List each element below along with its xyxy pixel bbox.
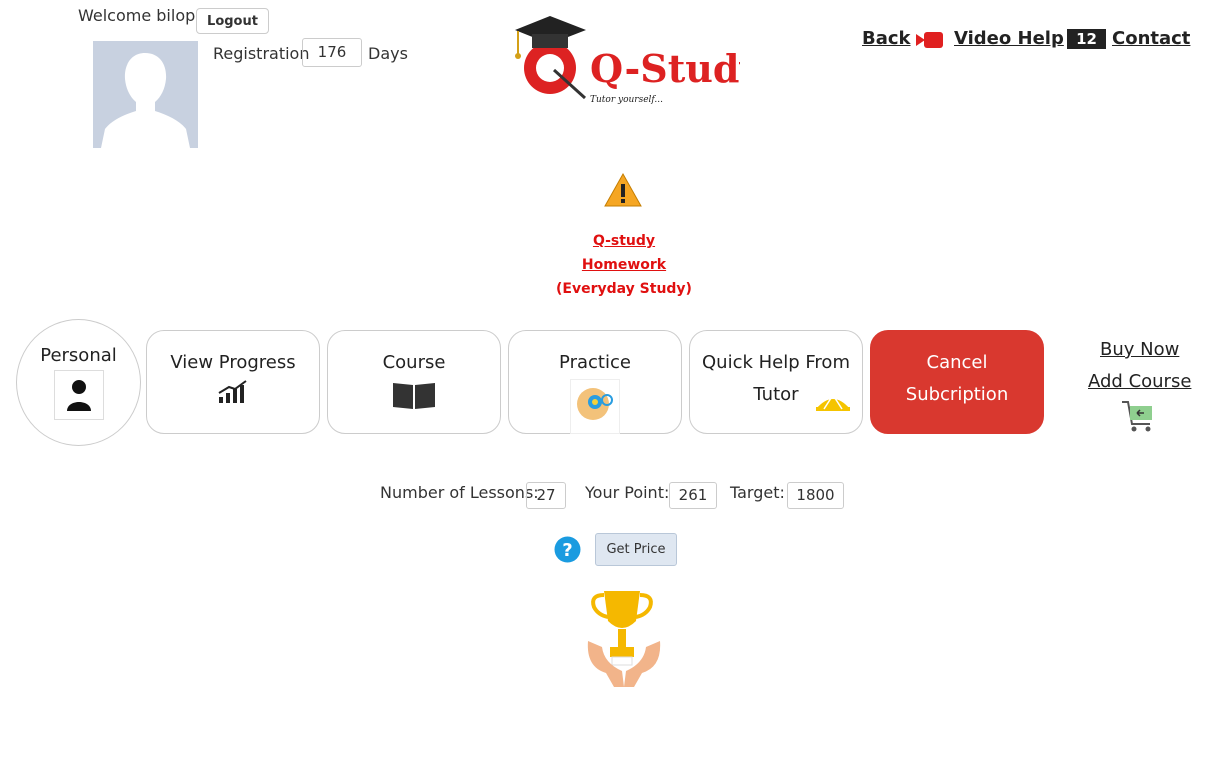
avatar xyxy=(93,41,198,148)
svg-text:?: ? xyxy=(562,540,572,561)
registration-label: Registration xyxy=(213,44,310,63)
homework-subtitle: (Everyday Study) xyxy=(556,281,692,297)
cancel-label-1: Cancel xyxy=(926,352,988,373)
buy-now-link[interactable]: Buy Now xyxy=(1100,339,1179,360)
homework-link-line2[interactable]: Homework xyxy=(540,257,708,273)
point-value: 261 xyxy=(669,482,717,509)
video-icon[interactable] xyxy=(916,30,944,54)
video-count-badge: 12 xyxy=(1067,29,1106,49)
quick-help-button[interactable]: Quick Help From Tutor xyxy=(689,330,863,434)
logo: Q-Study Tutor yourself... xyxy=(510,10,762,110)
practice-button[interactable]: Practice xyxy=(508,330,682,434)
days-label: Days xyxy=(368,44,408,63)
course-label: Course xyxy=(382,352,446,373)
add-course-link[interactable]: Add Course xyxy=(1088,371,1191,392)
homework-link-line1[interactable]: Q-study xyxy=(540,233,708,249)
cancel-label-2: Subcription xyxy=(905,384,1009,405)
logo-icon: Q-Study Tutor yourself... xyxy=(515,16,762,105)
target-label: Target: xyxy=(730,483,785,502)
practice-label: Practice xyxy=(559,352,631,373)
cart-icon[interactable] xyxy=(1120,398,1156,438)
idea-icon xyxy=(570,379,620,434)
personal-button[interactable]: Personal xyxy=(16,319,141,446)
help-icon[interactable]: ? xyxy=(554,536,581,567)
tutor-icon xyxy=(814,389,852,418)
view-progress-button[interactable]: View Progress xyxy=(146,330,320,434)
quick-help-label-1: Quick Help From xyxy=(702,352,850,373)
trophy-icon xyxy=(584,587,664,691)
get-price-button[interactable]: Get Price xyxy=(595,533,677,566)
person-icon xyxy=(53,370,104,420)
book-icon xyxy=(391,383,437,416)
welcome-text: Welcome bilop xyxy=(78,6,196,25)
point-label: Your Point: xyxy=(585,483,670,502)
logo-title: Q-Study xyxy=(590,46,740,91)
lessons-label: Number of Lessons: xyxy=(380,483,539,502)
back-link[interactable]: Back xyxy=(862,28,911,49)
view-progress-label: View Progress xyxy=(170,352,296,373)
warning-icon xyxy=(604,172,642,212)
chart-icon xyxy=(217,380,249,410)
logo-tagline: Tutor yourself... xyxy=(590,95,663,105)
course-button[interactable]: Course xyxy=(327,330,501,434)
logout-button[interactable]: Logout xyxy=(196,8,269,34)
contact-link[interactable]: Contact xyxy=(1112,28,1190,49)
target-value: 1800 xyxy=(787,482,844,509)
lessons-value: 27 xyxy=(526,482,566,509)
registration-days-box: 176 xyxy=(302,38,362,67)
video-help-link[interactable]: Video Help xyxy=(954,28,1064,49)
personal-label: Personal xyxy=(40,345,117,366)
avatar-placeholder-icon xyxy=(93,41,198,148)
cancel-subscription-button[interactable]: Cancel Subcription xyxy=(870,330,1044,434)
